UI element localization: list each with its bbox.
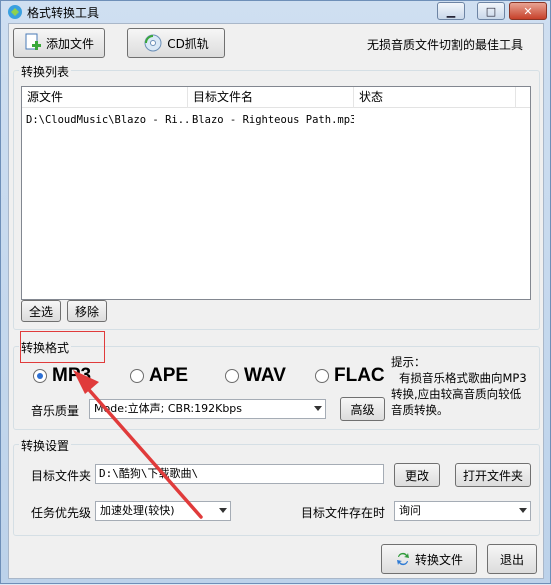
list-header: 源文件 目标文件名 状态 [22,87,530,108]
convert-icon [395,551,411,567]
select-all-button[interactable]: 全选 [21,300,61,322]
radio-mp3[interactable]: MP3 [33,365,91,387]
column-header-status[interactable]: 状态 [354,87,516,108]
priority-label: 任务优先级 [31,506,92,520]
change-folder-button[interactable]: 更改 [394,463,440,487]
radio-button-ape[interactable] [130,369,144,383]
radio-ape[interactable]: APE [130,365,188,387]
advanced-label: 高级 [350,402,375,417]
priority-value: 加速处理(较快) [100,504,175,517]
radio-button-wav[interactable] [225,369,239,383]
target-cell: Blazo - Righteous Path.mp3 [192,114,354,126]
file-list[interactable]: 源文件 目标文件名 状态 D:\CloudMusic\Blazo - Ri.. … [21,86,531,300]
settings-group-title: 转换设置 [19,437,72,454]
cd-icon [143,33,163,53]
priority-select[interactable]: 加速处理(较快) [95,501,231,521]
maximize-icon: □ [485,4,497,18]
title-bar: 格式转换工具 ▁ □ ✕ [1,1,550,23]
radio-label-wav: WAV [244,365,286,386]
close-button[interactable]: ✕ [509,2,547,20]
radio-flac[interactable]: FLAC [315,365,385,387]
open-folder-label: 打开文件夹 [462,468,523,483]
source-cell: D:\CloudMusic\Blazo - Ri.. [26,114,188,126]
column-header-target[interactable]: 目标文件名 [188,87,354,108]
file-exists-value: 询问 [399,504,421,517]
minimize-icon: ▁ [446,4,456,18]
close-icon: ✕ [523,4,533,18]
convert-label: 转换文件 [414,552,463,567]
column-header-source[interactable]: 源文件 [22,87,188,108]
quality-value: Mode:立体声; CBR:192Kbps [94,402,243,415]
cd-rip-button[interactable]: CD抓轨 [127,28,225,58]
minimize-button[interactable]: ▁ [437,2,465,20]
add-file-icon [24,33,42,53]
cd-rip-label: CD抓轨 [167,36,209,51]
target-folder-label: 目标文件夹 [31,469,92,483]
tip-line: 转换,应由较高音质向较低 [391,387,522,401]
radio-label-flac: FLAC [334,365,385,386]
slogan-text: 无损音质文件切割的最佳工具 [367,38,524,52]
file-exists-select[interactable]: 询问 [394,501,531,521]
exit-button[interactable]: 退出 [487,544,537,574]
app-window: 格式转换工具 ▁ □ ✕ 添加文件 CD抓轨 无损音质文件切割的最佳工具 转换列… [0,0,551,584]
open-folder-button[interactable]: 打开文件夹 [455,463,531,487]
chevron-down-icon [314,406,322,411]
advanced-button[interactable]: 高级 [340,397,385,421]
convert-button[interactable]: 转换文件 [381,544,477,574]
format-tip: 提示： 有损音乐格式歌曲向MP3 转换,应由较高音质向较低 音质转换。 [391,354,541,418]
radio-button-flac[interactable] [315,369,329,383]
chevron-down-icon [519,508,527,513]
exit-label: 退出 [499,552,524,567]
window-title: 格式转换工具 [27,6,100,20]
file-exists-label: 目标文件存在时 [301,506,386,520]
target-folder-input[interactable]: D:\酷狗\下载歌曲\ [95,464,384,484]
radio-label-ape: APE [149,365,189,386]
radio-button-mp3[interactable] [33,369,47,383]
remove-label: 移除 [74,304,99,319]
settings-group [13,444,540,536]
select-all-label: 全选 [28,304,53,319]
main-panel: 添加文件 CD抓轨 无损音质文件切割的最佳工具 转换列表 源文件 目标文件名 状… [8,23,544,579]
list-item[interactable]: D:\CloudMusic\Blazo - Ri.. Blazo - Right… [22,111,530,129]
tip-line: 有损音乐格式歌曲向MP3 [399,371,527,385]
annotation-highlight-box [20,331,105,363]
app-icon [8,5,22,19]
maximize-button[interactable]: □ [477,2,505,20]
convert-list-title: 转换列表 [19,63,72,80]
add-file-label: 添加文件 [45,36,94,51]
add-file-button[interactable]: 添加文件 [13,28,105,58]
tip-title: 提示： [391,355,426,369]
change-folder-label: 更改 [404,468,429,483]
chevron-down-icon [219,508,227,513]
status-cell [354,111,516,129]
tip-line: 音质转换。 [391,403,449,417]
radio-wav[interactable]: WAV [225,365,286,387]
remove-button[interactable]: 移除 [67,300,107,322]
quality-select[interactable]: Mode:立体声; CBR:192Kbps [89,399,326,419]
radio-label-mp3: MP3 [52,365,92,386]
quality-label: 音乐质量 [31,404,80,418]
